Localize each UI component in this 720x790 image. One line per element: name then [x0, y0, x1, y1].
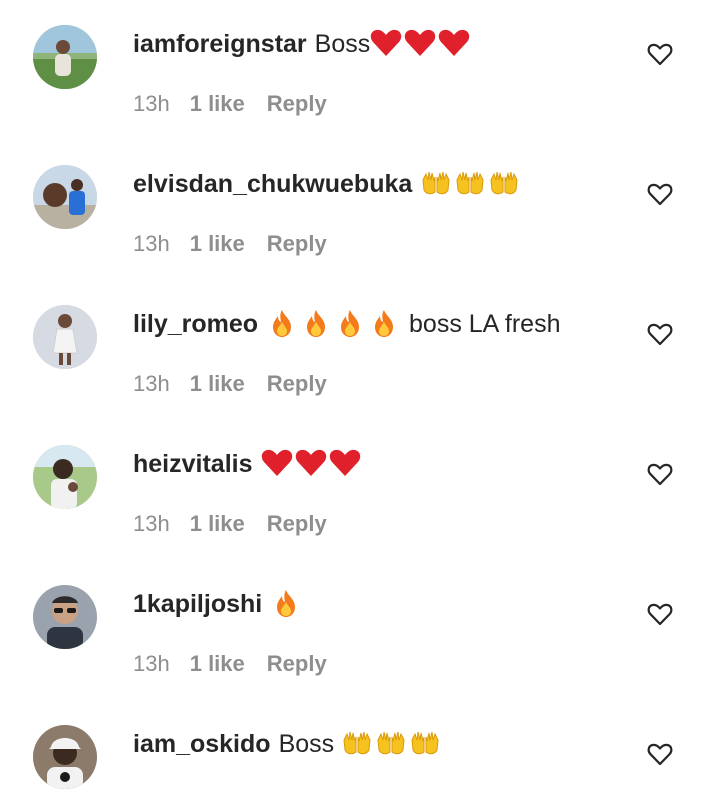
fire-icon: [270, 588, 302, 618]
comment-item: elvisdan_chukwuebuka 13h 1 like Reply: [0, 140, 720, 280]
comment-text: heizvitalis: [133, 446, 363, 482]
comment-meta: 13h 1 like Reply: [133, 369, 327, 399]
comment-item: iam_oskido Boss: [0, 700, 720, 790]
reply-button[interactable]: Reply: [267, 651, 327, 676]
comment-item: lily_romeo boss LA fresh 13h 1 like Reply: [0, 280, 720, 420]
comment-meta: 13h 1 like Reply: [133, 89, 327, 119]
raising-hands-icon: [488, 168, 520, 198]
like-count[interactable]: 1 like: [190, 231, 245, 256]
fire-icon: [266, 308, 298, 338]
fire-icon: [300, 308, 332, 338]
comment-text: iam_oskido Boss: [133, 726, 443, 762]
avatar[interactable]: [33, 445, 97, 509]
comment-body: Boss: [278, 730, 335, 758]
heart-outline-icon[interactable]: [646, 180, 674, 208]
username[interactable]: 1kapiljoshi: [133, 590, 262, 618]
comment-text: 1kapiljoshi: [133, 586, 304, 622]
comment-meta: 13h 1 like Reply: [133, 509, 327, 539]
raising-hands-icon: [454, 168, 486, 198]
comment-meta: 13h 1 like Reply: [133, 649, 327, 679]
comment-item: heizvitalis 13h 1 like Reply: [0, 420, 720, 560]
fire-icon: [368, 308, 400, 338]
avatar[interactable]: [33, 25, 97, 89]
comment-item: 1kapiljoshi 13h 1 like Reply: [0, 560, 720, 700]
reply-button[interactable]: Reply: [267, 91, 327, 116]
username[interactable]: heizvitalis: [133, 450, 253, 478]
username[interactable]: lily_romeo: [133, 310, 258, 338]
red-heart-icon: [370, 28, 402, 58]
red-heart-icon: [438, 28, 470, 58]
comment-text: lily_romeo boss LA fresh: [133, 306, 561, 342]
red-heart-icon: [404, 28, 436, 58]
heart-outline-icon[interactable]: [646, 320, 674, 348]
avatar[interactable]: [33, 725, 97, 789]
fire-icon: [334, 308, 366, 338]
heart-outline-icon[interactable]: [646, 600, 674, 628]
avatar[interactable]: [33, 585, 97, 649]
comment-body: boss LA fresh: [409, 310, 561, 338]
like-count[interactable]: 1 like: [190, 651, 245, 676]
reply-button[interactable]: Reply: [267, 511, 327, 536]
red-heart-icon: [261, 448, 293, 478]
raising-hands-icon: [375, 728, 407, 758]
timestamp: 13h: [133, 231, 170, 256]
avatar[interactable]: [33, 165, 97, 229]
comment-body: Boss: [314, 30, 371, 58]
raising-hands-icon: [341, 728, 373, 758]
timestamp: 13h: [133, 371, 170, 396]
comment-meta: 13h 1 like Reply: [133, 229, 327, 259]
heart-outline-icon[interactable]: [646, 40, 674, 68]
timestamp: 13h: [133, 91, 170, 116]
username[interactable]: iamforeignstar: [133, 30, 307, 58]
comment-text: iamforeignstar Boss: [133, 26, 472, 62]
username[interactable]: elvisdan_chukwuebuka: [133, 170, 412, 198]
red-heart-icon: [329, 448, 361, 478]
like-count[interactable]: 1 like: [190, 371, 245, 396]
heart-outline-icon[interactable]: [646, 460, 674, 488]
like-count[interactable]: 1 like: [190, 91, 245, 116]
reply-button[interactable]: Reply: [267, 231, 327, 256]
reply-button[interactable]: Reply: [267, 371, 327, 396]
timestamp: 13h: [133, 511, 170, 536]
red-heart-icon: [295, 448, 327, 478]
avatar[interactable]: [33, 305, 97, 369]
comment-item: iamforeignstar Boss 13h 1 like Reply: [0, 0, 720, 140]
heart-outline-icon[interactable]: [646, 740, 674, 768]
username[interactable]: iam_oskido: [133, 730, 271, 758]
comment-text: elvisdan_chukwuebuka: [133, 166, 522, 202]
like-count[interactable]: 1 like: [190, 511, 245, 536]
timestamp: 13h: [133, 651, 170, 676]
raising-hands-icon: [420, 168, 452, 198]
raising-hands-icon: [409, 728, 441, 758]
